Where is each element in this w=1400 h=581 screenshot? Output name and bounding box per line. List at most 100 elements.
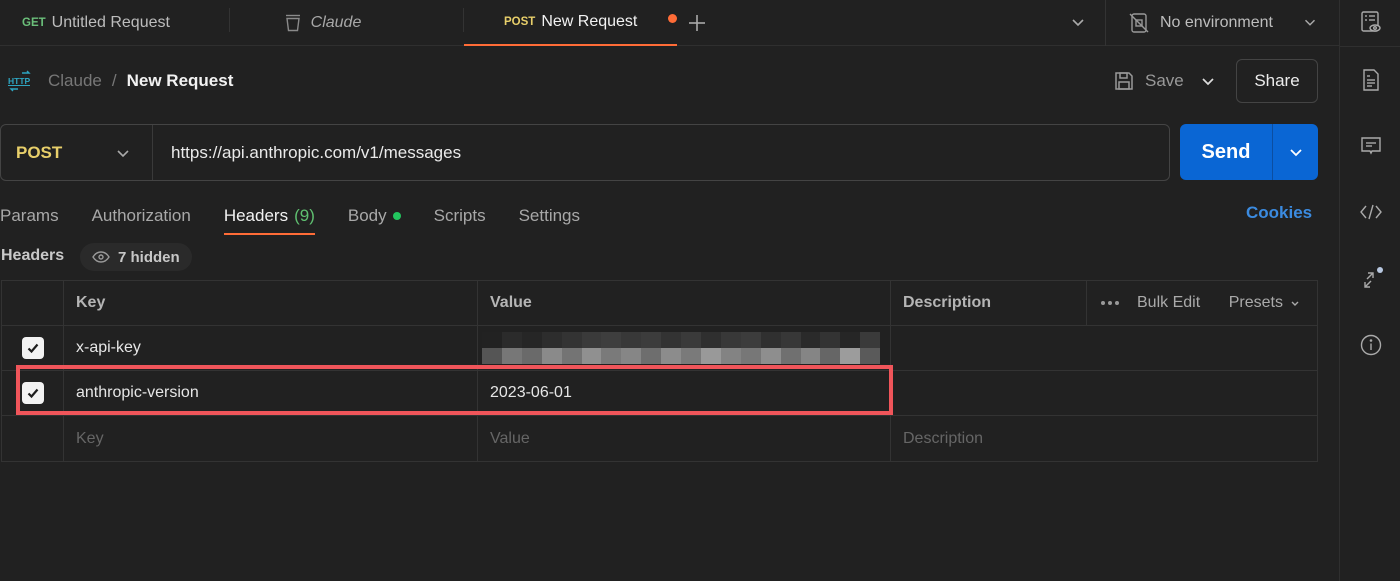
column-header-value: Value [478, 281, 891, 325]
header-value: 2023-06-01 [490, 384, 572, 401]
tab-claude[interactable]: Claude [230, 0, 464, 46]
save-options-dropdown[interactable] [1197, 70, 1219, 92]
header-description-cell[interactable] [891, 371, 1317, 415]
svg-text:HTTP: HTTP [8, 76, 31, 86]
table-row: x-api-key [2, 326, 1317, 371]
collection-icon [283, 13, 303, 33]
presets-dropdown[interactable]: Presets [1229, 294, 1301, 312]
tab-label: Headers [223, 205, 289, 225]
header-description-cell[interactable] [891, 326, 1317, 370]
breadcrumb-collection[interactable]: Claude [48, 71, 102, 91]
table-actions: Bulk Edit Presets [1087, 281, 1317, 325]
request-section-tabs: Params Authorization Headers (9) Body Sc… [0, 198, 613, 236]
new-tab-button[interactable] [677, 0, 717, 45]
tab-label: Params [0, 206, 59, 225]
tab-label: Settings [518, 206, 581, 225]
cookies-link[interactable]: Cookies [1246, 203, 1312, 223]
environment-quick-look-button[interactable] [1340, 2, 1400, 42]
info-icon [1360, 334, 1381, 356]
header-key-cell[interactable]: anthropic-version [64, 371, 478, 415]
tab-method: POST [504, 16, 536, 28]
method-value: POST [16, 142, 63, 162]
key-placeholder: Key [76, 429, 104, 447]
row-enabled-checkbox[interactable] [21, 382, 44, 404]
chevron-down-icon [1304, 19, 1316, 26]
header-key: anthropic-version [76, 384, 199, 401]
tab-label: Authorization [91, 206, 191, 225]
tab-list-dropdown[interactable] [1068, 12, 1088, 32]
save-icon [1115, 72, 1133, 90]
breadcrumb-separator: / [111, 71, 117, 90]
url-bar: POST https://api.anthropic.com/v1/messag… [0, 124, 1170, 181]
new-header-row: Key Value Description [2, 416, 1317, 461]
tab-label: Body [347, 206, 387, 225]
checkmark-icon [27, 343, 38, 354]
table-header-row: Key Value Description Bulk Edit Presets [2, 281, 1317, 326]
eye-icon [92, 251, 110, 263]
send-button[interactable]: Send [1180, 124, 1273, 180]
tab-authorization[interactable]: Authorization [92, 198, 191, 234]
row-checkbox-cell [2, 416, 64, 461]
url-input[interactable]: https://api.anthropic.com/v1/messages [153, 143, 461, 163]
presets-label: Presets [1228, 294, 1283, 311]
method-selector[interactable]: POST [1, 125, 153, 180]
tab-untitled-request[interactable]: GET Untitled Request [0, 0, 230, 46]
more-options-icon[interactable] [1101, 301, 1119, 305]
row-enabled-checkbox[interactable] [21, 337, 44, 359]
bulk-edit-button[interactable]: Bulk Edit [1137, 294, 1200, 312]
unsaved-changes-dot [668, 14, 677, 23]
related-collections-button[interactable] [1340, 258, 1400, 298]
header-key-cell[interactable]: x-api-key [64, 326, 478, 370]
environment-label: No environment [1160, 14, 1273, 31]
comments-button[interactable] [1340, 126, 1400, 166]
no-environment-icon [1129, 13, 1149, 33]
save-label: Save [1145, 71, 1184, 90]
tab-label: Scripts [433, 206, 486, 225]
header-value-cell[interactable]: 2023-06-01 [478, 371, 891, 415]
environment-selector[interactable]: No environment [1105, 0, 1339, 46]
tab-label: New Request [541, 13, 638, 30]
headers-count: (9) [294, 205, 315, 225]
hidden-headers-toggle[interactable]: 7 hidden [80, 243, 192, 271]
headers-table: Key Value Description Bulk Edit Presets … [1, 280, 1318, 462]
tab-method: GET [22, 17, 46, 29]
new-key-input[interactable]: Key [64, 416, 478, 461]
share-button[interactable]: Share [1236, 59, 1318, 103]
comment-icon [1360, 137, 1381, 155]
arrows-in-out-icon [1363, 267, 1383, 288]
new-description-input[interactable]: Description [891, 416, 1317, 461]
sidebar-divider [1340, 46, 1400, 47]
documentation-button[interactable] [1340, 60, 1400, 100]
tab-headers[interactable]: Headers (9) [223, 198, 315, 235]
right-sidebar [1339, 0, 1400, 581]
request-name[interactable]: New Request [127, 71, 234, 91]
tab-params[interactable]: Params [0, 198, 59, 234]
checkmark-icon [27, 388, 38, 399]
tab-new-request[interactable]: POST New Request [464, 0, 677, 46]
value-placeholder: Value [490, 429, 530, 447]
select-all-column [2, 281, 64, 325]
code-snippet-button[interactable] [1340, 192, 1400, 232]
new-value-input[interactable]: Value [478, 416, 891, 461]
tab-settings[interactable]: Settings [519, 198, 580, 234]
hidden-count: 7 hidden [118, 248, 180, 266]
environment-quick-look-icon [1360, 11, 1381, 32]
column-header-key: Key [64, 281, 478, 325]
header-key: x-api-key [76, 339, 141, 356]
tab-label: Untitled Request [51, 14, 170, 31]
headers-section-title: Headers [1, 247, 65, 264]
send-button-group: Send [1180, 124, 1318, 180]
row-checkbox-cell [2, 371, 64, 415]
code-icon [1359, 204, 1382, 220]
info-button[interactable] [1340, 325, 1400, 365]
save-button[interactable]: Save [1113, 66, 1184, 96]
send-options-dropdown[interactable] [1273, 124, 1318, 180]
row-checkbox-cell [2, 326, 64, 370]
tab-body[interactable]: Body [348, 198, 401, 234]
chevron-down-icon [1291, 301, 1299, 306]
redacted-api-key [482, 332, 881, 364]
description-placeholder: Description [903, 429, 984, 447]
header-value-cell[interactable] [478, 326, 891, 370]
body-content-indicator [392, 212, 401, 220]
tab-scripts[interactable]: Scripts [434, 198, 486, 234]
